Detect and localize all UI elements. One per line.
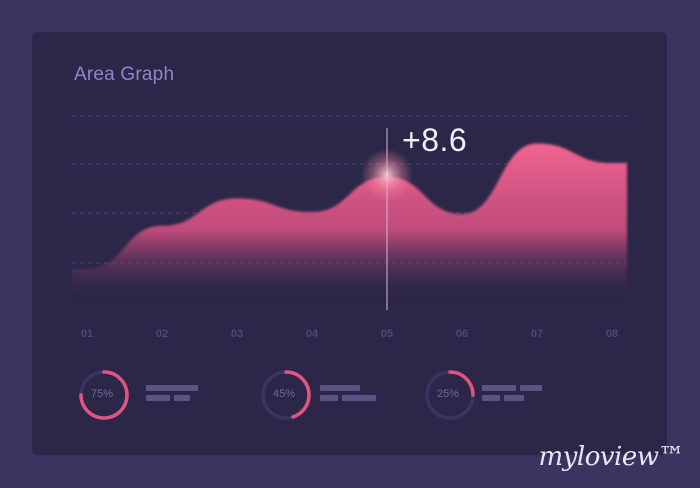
stat-percent: 75% (90, 388, 114, 400)
data-point-05[interactable] (385, 175, 389, 179)
x-tick-label: 06 (455, 328, 469, 340)
x-tick-label: 02 (155, 328, 169, 340)
data-point-02[interactable] (160, 224, 164, 228)
data-point-04[interactable] (310, 210, 314, 214)
placeholder-bar (146, 395, 170, 401)
placeholder-bar (482, 385, 516, 391)
watermark-logo: myloview™ (538, 442, 685, 472)
placeholder-bar (520, 385, 542, 391)
placeholder-bar (504, 395, 524, 401)
area-graph-card: Area Graph +8.6 0102030405060708 (32, 32, 667, 455)
data-point-01[interactable] (85, 267, 89, 271)
x-axis-labels: 01 02 03 04 05 06 07 08 (32, 328, 667, 348)
x-tick-label: 05 (380, 328, 394, 340)
placeholder-bar (342, 395, 376, 401)
x-tick-label: 04 (305, 328, 319, 340)
placeholder-bar (320, 385, 360, 391)
area-chart[interactable] (32, 32, 667, 352)
stat-percent: 45% (272, 388, 296, 400)
placeholder-bar (146, 385, 198, 391)
x-tick-label: 08 (605, 328, 619, 340)
stat-percent: 25% (436, 388, 460, 400)
placeholder-bar (174, 395, 190, 401)
data-point-06[interactable] (460, 212, 464, 216)
data-point-07[interactable] (535, 141, 539, 145)
placeholder-bar (320, 395, 338, 401)
x-tick-label: 01 (80, 328, 94, 340)
area-series (72, 143, 627, 302)
data-point-03[interactable] (235, 196, 239, 200)
x-tick-label: 07 (530, 328, 544, 340)
data-point-08[interactable] (610, 161, 614, 165)
placeholder-bar (482, 395, 500, 401)
highlight-value-label: +8.6 (402, 122, 468, 158)
x-tick-label: 03 (230, 328, 244, 340)
